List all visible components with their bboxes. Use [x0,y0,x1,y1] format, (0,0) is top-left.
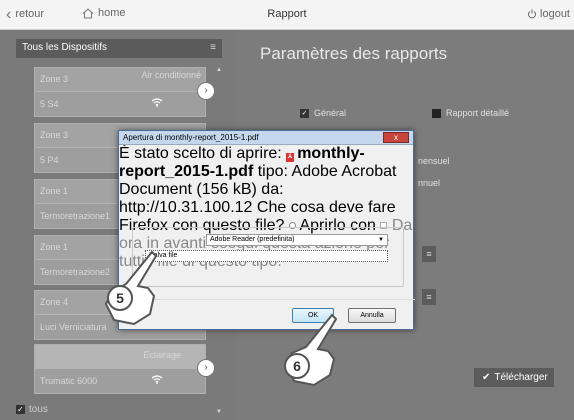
chevron-right-icon[interactable]: › [197,359,215,377]
back-label: retour [15,8,45,20]
dialog-title: Apertura di monthly-report_2015-1.pdf [123,133,259,142]
device-name: Termoretrazione1 [40,211,111,221]
all-devices-label: Tous les Dispositifs [22,42,108,53]
cancel-button[interactable]: Annulla [348,308,396,323]
chevron-left-icon: ‹ [6,5,12,23]
step-badge: 5 [107,285,133,311]
settings-title: Paramètres des rapports [260,44,448,63]
general-option[interactable]: ✓ Général [300,108,346,118]
scroll-down-icon[interactable]: ▼ [216,409,222,415]
logout-label: logout [540,8,570,20]
general-checkbox[interactable]: ✓ [300,108,309,118]
detailed-report-label: Rapport détaillé [446,108,510,118]
dialog-titlebar[interactable]: Apertura di monthly-report_2015-1.pdf x [119,131,413,145]
menu-icon[interactable]: ≡ [210,42,216,53]
scroll-up-icon[interactable]: ▲ [216,67,222,73]
top-bar: ‹ retour home Rapport logout [0,0,574,30]
device-card[interactable]: Zone 3 Air conditionné 5 S4 › [34,67,215,117]
dialog-intro: È stato scelto di aprire: [119,145,282,162]
select-all-checkbox[interactable]: ✓ [16,405,25,414]
yearly-option[interactable]: nnuel [418,178,440,188]
all-devices-header[interactable]: Tous les Dispositifs ≡ [16,39,222,58]
pointing-hand-icon [104,250,158,326]
power-icon [528,9,536,19]
wifi-icon [151,375,163,387]
zone-name: Zone 4 [40,297,69,307]
detailed-report-option[interactable]: Rapport détaillé [432,108,509,118]
zone-name: Zone 3 [40,130,69,140]
home-icon [82,7,94,18]
pointing-hand-icon [284,313,338,387]
home-button[interactable]: home [82,7,126,19]
monthly-option[interactable]: nensuel [418,156,450,166]
zone-name: Zone 3 [40,74,69,84]
pdf-icon: ⅄ [286,153,295,162]
download-label: Télécharger [494,372,548,383]
dropdown-arrow-icon: ▼ [378,237,384,243]
menu-icon[interactable]: ≡ [422,246,436,262]
device-name: 5 P4 [40,155,59,165]
device-type: Eclairage [143,350,181,360]
download-button[interactable]: ✔ Télécharger [474,368,554,387]
select-all-row[interactable]: ✓ tous [16,404,48,415]
close-button[interactable]: x [383,132,409,143]
check-icon: ✔ [482,372,491,383]
close-icon: x [394,133,398,142]
device-name: Trumatic 6000 [40,376,98,386]
general-label: Général [314,108,347,118]
menu-icon[interactable]: ≡ [422,289,436,305]
wifi-icon [151,98,163,110]
home-label: home [98,7,126,19]
page-title: Rapport [267,8,307,20]
device-name: 5 S4 [40,99,59,109]
application-select[interactable]: Adobe Reader (predefinita) ▼ [206,234,388,246]
logout-button[interactable]: logout [527,8,570,20]
detailed-report-checkbox[interactable] [432,108,441,118]
zone-name: Zone 1 [40,242,69,252]
save-file-option[interactable]: Salva file [145,250,388,262]
zone-name: Zone 1 [40,186,69,196]
chevron-right-icon[interactable]: › [197,82,215,100]
device-type: Air conditionné [141,70,201,80]
device-card[interactable]: Eclairage Trumatic 6000 › [34,344,215,394]
back-button[interactable]: ‹ retour [6,5,45,23]
select-all-label: tous [29,404,48,415]
step-badge: 6 [284,353,310,379]
application-value: Adobe Reader (predefinita) [210,236,295,243]
